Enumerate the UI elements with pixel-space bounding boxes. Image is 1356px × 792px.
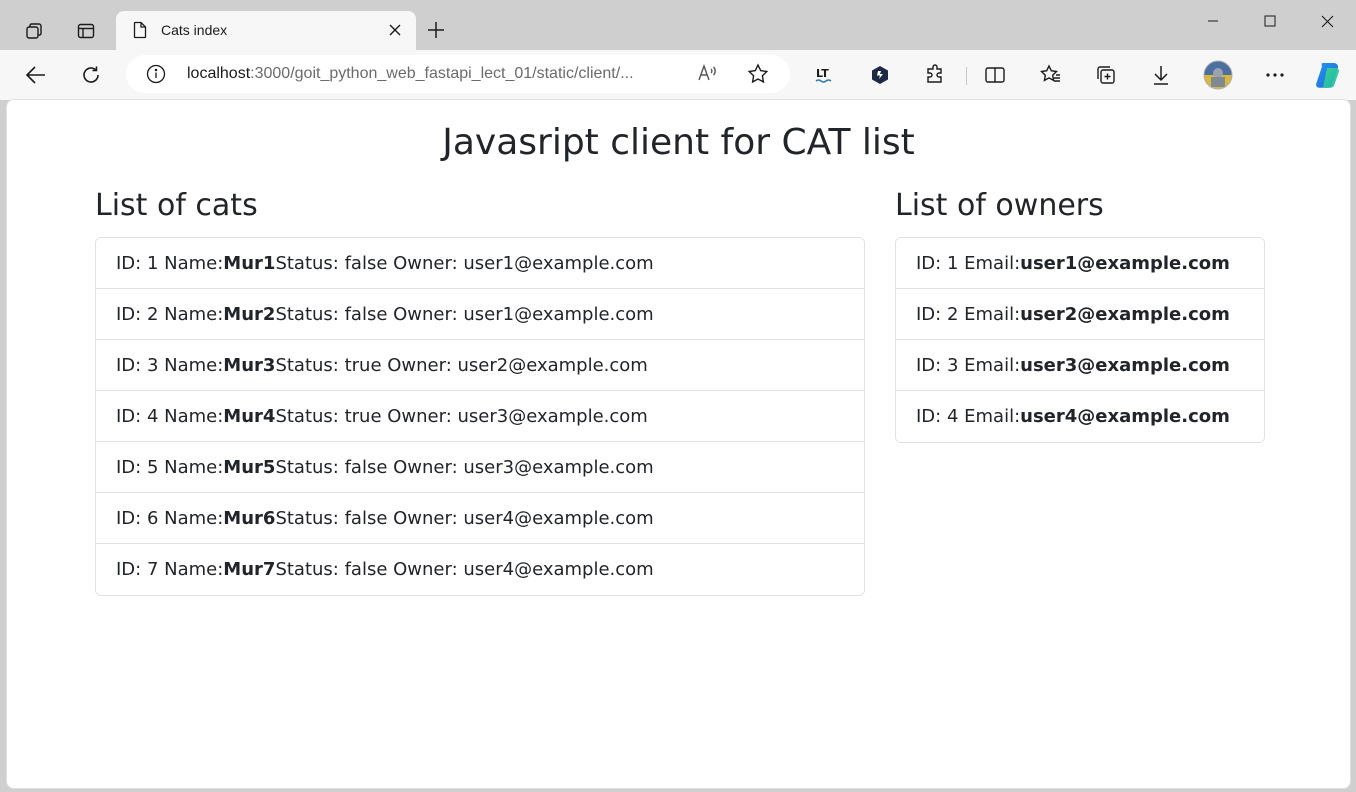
extensions-icon[interactable] [917, 57, 953, 93]
back-icon[interactable] [18, 57, 54, 93]
collections-icon[interactable] [1088, 57, 1124, 93]
cat-name: Mur4 [223, 405, 276, 427]
vertical-tabs-icon[interactable] [66, 11, 106, 51]
cat-name: Mur7 [223, 559, 276, 580]
cats-list: ID: 1 Name: Mur1 Status: false Owner: us… [95, 237, 865, 596]
owners-list: ID: 1 Email: user1@example.com ID: 2 Ema… [895, 237, 1265, 443]
url-path: :3000/goit_python_web_fastapi_lect_01/st… [250, 65, 634, 82]
cat-item-prefix: ID: 4 Name: [116, 405, 224, 427]
owner-email: user2@example.com [1020, 303, 1230, 325]
close-window-icon[interactable] [1298, 0, 1356, 42]
cat-name: Mur5 [223, 456, 276, 478]
cat-list-item: ID: 1 Name: Mur1 Status: false Owner: us… [96, 238, 864, 289]
url-host: localhost [187, 65, 251, 82]
cat-item-details: Status: false Owner: user1@example.com [275, 252, 654, 274]
browser-toolbar: localhost:3000/goit_python_web_fastapi_l… [0, 50, 1356, 100]
refresh-icon[interactable] [73, 57, 109, 93]
cat-list-item: ID: 4 Name: Mur4 Status: true Owner: use… [96, 391, 864, 442]
cat-name: Mur3 [223, 354, 276, 376]
owner-email: user4@example.com [1020, 406, 1230, 427]
copilot-icon[interactable] [1310, 57, 1346, 93]
cat-item-prefix: ID: 7 Name: [116, 559, 224, 580]
cat-item-details: Status: true Owner: user3@example.com [275, 405, 648, 427]
page-heading: Javasript client for CAT list [442, 122, 915, 163]
owner-list-item: ID: 2 Email: user2@example.com [896, 289, 1264, 340]
page-viewport: Javasript client for CAT list List of ca… [6, 99, 1351, 789]
cats-section-title: List of cats [95, 188, 258, 223]
maximize-icon[interactable] [1241, 0, 1299, 42]
new-tab-icon[interactable] [420, 14, 452, 46]
cat-list-item: ID: 6 Name: Mur6 Status: false Owner: us… [96, 493, 864, 544]
owner-list-item: ID: 3 Email: user3@example.com [896, 340, 1264, 391]
cat-item-prefix: ID: 6 Name: [116, 507, 224, 529]
tab-strip: Cats index [0, 0, 1356, 50]
active-tab[interactable]: Cats index [116, 11, 416, 50]
cat-item-prefix: ID: 1 Name: [116, 252, 224, 274]
workspaces-icon[interactable] [14, 11, 54, 51]
cat-item-prefix: ID: 5 Name: [116, 456, 224, 478]
cat-name: Mur1 [223, 252, 276, 274]
owner-email: user3@example.com [1020, 354, 1230, 376]
cat-item-prefix: ID: 3 Name: [116, 354, 224, 376]
hexagon-extension-icon[interactable] [862, 57, 898, 93]
owner-item-prefix: ID: 4 Email: [916, 406, 1021, 427]
owner-item-prefix: ID: 1 Email: [916, 252, 1021, 274]
favorite-star-icon[interactable] [746, 62, 770, 86]
favorites-icon[interactable] [1033, 57, 1069, 93]
page-icon [132, 21, 148, 44]
cat-name: Mur6 [223, 507, 276, 529]
cat-list-item: ID: 3 Name: Mur3 Status: true Owner: use… [96, 340, 864, 391]
address-bar[interactable]: localhost:3000/goit_python_web_fastapi_l… [126, 55, 790, 93]
cat-item-details: Status: false Owner: user1@example.com [275, 303, 654, 325]
cat-list-item: ID: 7 Name: Mur7 Status: false Owner: us… [96, 544, 864, 595]
split-screen-icon[interactable] [977, 57, 1013, 93]
site-info-icon[interactable] [146, 64, 166, 89]
cat-list-item: ID: 5 Name: Mur5 Status: false Owner: us… [96, 442, 864, 493]
close-tab-icon[interactable] [386, 21, 404, 39]
profile-avatar[interactable] [1200, 57, 1236, 93]
url-text: localhost:3000/goit_python_web_fastapi_l… [187, 65, 634, 83]
owner-item-prefix: ID: 2 Email: [916, 303, 1021, 325]
owner-list-item: ID: 1 Email: user1@example.com [896, 238, 1264, 289]
read-aloud-icon[interactable] [696, 62, 720, 86]
more-options-icon[interactable] [1257, 57, 1293, 93]
cat-item-details: Status: false Owner: user4@example.com [275, 507, 654, 529]
minimize-icon[interactable] [1184, 0, 1242, 42]
cat-name: Mur2 [223, 303, 276, 325]
svg-text:LT: LT [816, 67, 829, 80]
owner-list-item: ID: 4 Email: user4@example.com [896, 391, 1264, 442]
owner-item-prefix: ID: 3 Email: [916, 354, 1021, 376]
toolbar-separator [966, 67, 967, 85]
owners-section-title: List of owners [895, 188, 1104, 223]
cat-list-item: ID: 2 Name: Mur2 Status: false Owner: us… [96, 289, 864, 340]
languagetool-extension-icon[interactable]: LT [807, 57, 843, 93]
owner-email: user1@example.com [1020, 252, 1230, 274]
cat-item-details: Status: true Owner: user2@example.com [275, 354, 648, 376]
tab-title: Cats index [161, 22, 228, 38]
cat-item-prefix: ID: 2 Name: [116, 303, 224, 325]
downloads-icon[interactable] [1143, 57, 1179, 93]
cat-item-details: Status: false Owner: user3@example.com [275, 456, 654, 478]
cat-item-details: Status: false Owner: user4@example.com [275, 559, 654, 580]
